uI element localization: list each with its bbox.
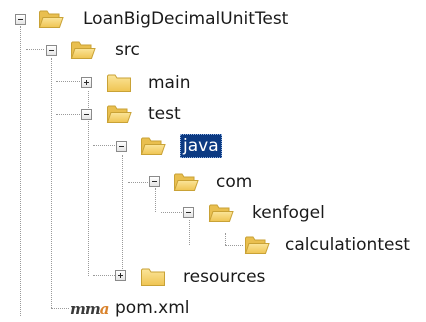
tree-node-label: src xyxy=(115,40,140,60)
expand-toggle-icon[interactable] xyxy=(81,77,92,88)
collapse-toggle-icon[interactable] xyxy=(183,207,194,218)
folder-icon xyxy=(140,135,166,156)
tree-node-test[interactable]: test xyxy=(0,102,230,128)
collapse-toggle-icon[interactable] xyxy=(15,14,26,25)
tree-node-com[interactable]: com xyxy=(0,170,290,196)
folder-icon xyxy=(208,202,234,223)
tree-node-label-selected: java xyxy=(180,134,222,158)
tree-node-project-root[interactable]: LoanBigDecimalUnitTest xyxy=(0,6,340,32)
tree-node-label: test xyxy=(148,104,181,124)
folder-icon xyxy=(140,266,166,287)
tree-node-label: calculationtest xyxy=(285,235,410,255)
tree-node-resources[interactable]: resources xyxy=(0,264,300,290)
maven-pom-icon: mma xyxy=(70,300,109,318)
collapse-toggle-icon[interactable] xyxy=(116,141,127,152)
folder-icon xyxy=(106,72,132,93)
folder-icon xyxy=(70,39,96,60)
collapse-toggle-icon[interactable] xyxy=(81,109,92,120)
tree-node-label: pom.xml xyxy=(115,298,190,318)
tree-node-label: com xyxy=(216,172,253,192)
expand-toggle-icon[interactable] xyxy=(115,270,126,281)
folder-icon xyxy=(173,171,199,192)
tree-node-main[interactable]: main xyxy=(0,70,230,96)
tree-node-java[interactable]: java xyxy=(0,134,260,160)
project-tree: LoanBigDecimalUnitTest src main test jav… xyxy=(0,0,426,322)
tree-node-src[interactable]: src xyxy=(0,38,200,64)
tree-node-calculationtest[interactable]: calculationtest xyxy=(0,233,426,259)
tree-node-label: kenfogel xyxy=(252,203,325,223)
folder-icon xyxy=(244,234,270,255)
tree-node-label: main xyxy=(148,73,191,93)
tree-node-pom-xml[interactable]: mma pom.xml xyxy=(0,296,220,322)
tree-node-kenfogel[interactable]: kenfogel xyxy=(0,201,360,227)
folder-icon xyxy=(38,8,64,29)
tree-node-label: LoanBigDecimalUnitTest xyxy=(83,9,289,29)
collapse-toggle-icon[interactable] xyxy=(46,45,57,56)
tree-node-label: resources xyxy=(183,267,266,287)
folder-icon xyxy=(106,103,132,124)
collapse-toggle-icon[interactable] xyxy=(149,176,160,187)
